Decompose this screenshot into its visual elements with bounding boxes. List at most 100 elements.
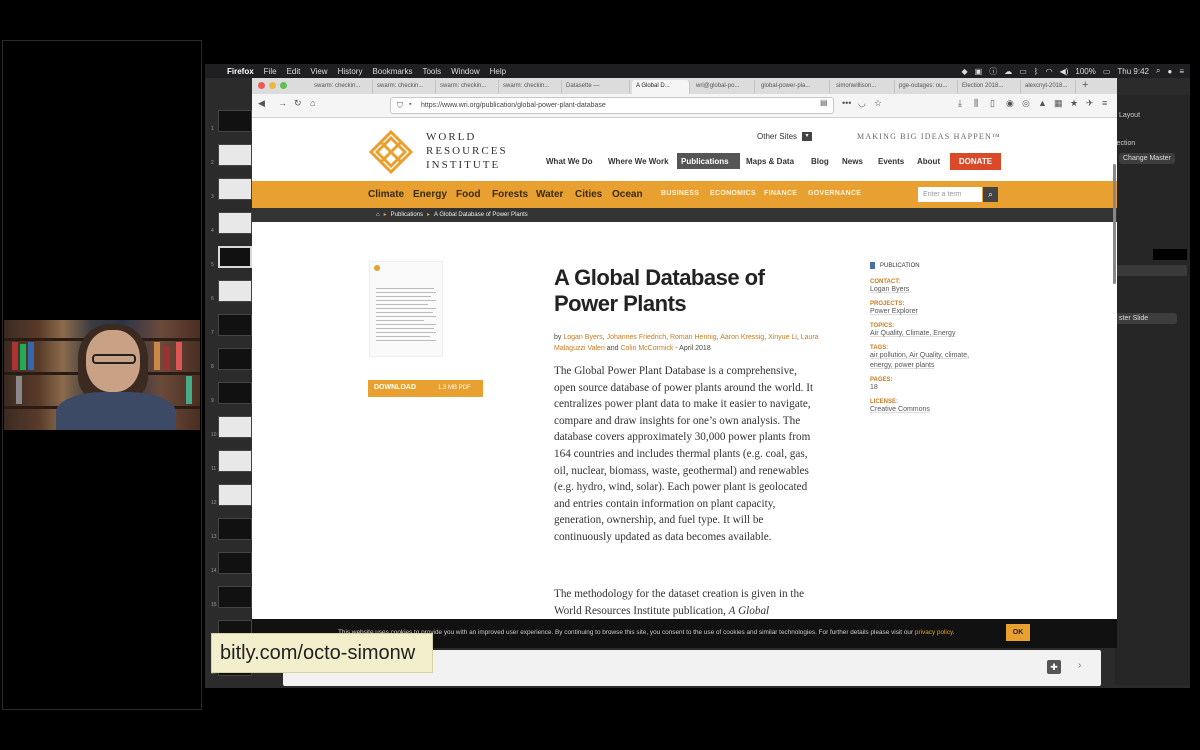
slide-thumbnail[interactable] xyxy=(218,586,252,608)
nav-news[interactable]: News xyxy=(842,157,863,166)
slide-thumbnail[interactable] xyxy=(218,314,252,336)
bluetooth-icon[interactable]: ᛒ xyxy=(1034,67,1039,76)
slide-thumbnail[interactable] xyxy=(218,178,252,200)
nav-blog[interactable]: Blog xyxy=(811,157,829,166)
topic-forests[interactable]: Forests xyxy=(492,189,528,200)
project-link[interactable]: Power Explorer xyxy=(870,307,1010,317)
topic-energy[interactable]: Energy xyxy=(413,189,447,200)
author-link[interactable]: Aaron Kressig xyxy=(720,334,764,341)
browser-tab[interactable]: alexcnyt-2018... xyxy=(1021,80,1076,94)
home-icon[interactable]: ⌂ xyxy=(376,212,380,218)
wri-logo-text[interactable]: WORLD RESOURCES INSTITUTE xyxy=(426,130,508,172)
extension-icon[interactable]: ✈ xyxy=(1086,98,1094,109)
bookmark-star-icon[interactable]: ☆ xyxy=(874,98,882,109)
slide-navigator[interactable]: 1234567891011121314151617 xyxy=(211,96,256,690)
chevron-right-icon[interactable]: › xyxy=(1078,660,1081,671)
sidebar-icon[interactable]: ▯ xyxy=(990,98,995,109)
notification-center-icon[interactable]: ≡ xyxy=(1179,67,1184,76)
downloads-icon[interactable]: ⤓ xyxy=(958,98,962,109)
page-actions-icon[interactable]: ••• xyxy=(842,98,851,108)
status-icon[interactable]: ▣ xyxy=(975,67,983,76)
volume-icon[interactable]: ◀) xyxy=(1060,67,1069,76)
battery-icon[interactable]: ▭ xyxy=(1103,67,1111,76)
topic-food[interactable]: Food xyxy=(456,189,480,200)
chevron-down-icon[interactable]: ▾ xyxy=(802,132,812,141)
back-icon[interactable]: ◀ xyxy=(258,98,265,109)
menu-app-name[interactable]: Firefox xyxy=(227,67,254,76)
spotlight-icon[interactable]: ⌕ xyxy=(1156,66,1160,76)
search-input[interactable]: Enter a term xyxy=(918,187,982,202)
browser-tab[interactable]: swarm: checkin... xyxy=(310,80,373,94)
nav-where-we-work[interactable]: Where We Work xyxy=(608,157,669,166)
dropbox-icon[interactable]: ◆ xyxy=(961,67,967,76)
browser-tab-active[interactable]: A Global D... xyxy=(632,80,690,94)
slide-thumbnail[interactable] xyxy=(218,246,252,268)
extension-icon[interactable]: ◎ xyxy=(1022,98,1030,109)
url-text[interactable]: https://www.wri.org/publication/global-p… xyxy=(421,102,606,109)
extension-icon[interactable]: ▦ xyxy=(1054,98,1063,109)
slide-thumbnail[interactable] xyxy=(218,450,252,472)
slide-thumbnail[interactable] xyxy=(218,484,252,506)
cloud-icon[interactable]: ☁ xyxy=(1004,67,1012,76)
extension-icon[interactable]: ▲ xyxy=(1038,98,1047,108)
shield-icon[interactable]: ⛉ xyxy=(397,101,403,111)
menu-history[interactable]: History xyxy=(338,67,363,76)
topics-links[interactable]: Air Quality, Climate, Energy xyxy=(870,329,1010,339)
nav-maps-data[interactable]: Maps & Data xyxy=(746,157,794,166)
author-link[interactable]: Roman Hennig xyxy=(670,334,717,341)
author-link[interactable]: Xinyue Li xyxy=(768,334,797,341)
change-master-button[interactable]: Change Master xyxy=(1119,153,1175,164)
minimize-window-button[interactable] xyxy=(269,82,276,89)
reader-view-icon[interactable]: ▤ xyxy=(820,98,828,107)
browser-tab[interactable]: swarm: checkin... xyxy=(436,80,499,94)
menu-bookmarks[interactable]: Bookmarks xyxy=(372,67,412,76)
scrollbar[interactable] xyxy=(1113,164,1116,284)
zoom-window-button[interactable] xyxy=(280,82,287,89)
slide-thumbnail[interactable] xyxy=(218,212,252,234)
cookie-ok-button[interactable]: OK xyxy=(1006,624,1030,641)
methodology-italic[interactable]: A Global xyxy=(729,605,770,617)
slide-thumbnail[interactable] xyxy=(218,518,252,540)
download-button[interactable]: DOWNLOAD 1.3 MB PDF xyxy=(368,380,483,397)
topic-economics[interactable]: ECONOMICS xyxy=(710,190,756,197)
nav-events[interactable]: Events xyxy=(878,157,904,166)
author-link[interactable]: Johannes Friedrich xyxy=(607,334,667,341)
privacy-policy-link[interactable]: privacy policy xyxy=(915,629,953,636)
pocket-icon[interactable]: ◡ xyxy=(858,98,866,109)
menu-window[interactable]: Window xyxy=(451,67,479,76)
author-link[interactable]: Logan Byers xyxy=(563,334,602,341)
slide-thumbnail[interactable] xyxy=(218,552,252,574)
wifi-icon[interactable]: ◠ xyxy=(1046,67,1053,76)
user-icon[interactable]: ● xyxy=(1167,67,1172,76)
browser-tab[interactable]: simonwillison... xyxy=(832,80,895,94)
slide-thumbnail[interactable] xyxy=(218,348,252,370)
search-icon[interactable]: ⌕ xyxy=(983,187,998,202)
comment-icon[interactable]: ✚ xyxy=(1047,660,1061,674)
new-tab-icon[interactable]: + xyxy=(1082,79,1088,91)
browser-tab[interactable]: wri@global-po... xyxy=(692,80,755,94)
url-bar[interactable]: ⛉ ▪ https://www.wri.org/publication/glob… xyxy=(390,97,834,114)
slide-thumbnail[interactable] xyxy=(218,416,252,438)
lock-icon[interactable]: ▪ xyxy=(409,101,411,108)
browser-tab[interactable]: pge-outages: ou... xyxy=(895,80,958,94)
report-cover-thumbnail[interactable] xyxy=(369,261,443,357)
extension-icon[interactable]: ◉ xyxy=(1006,98,1014,109)
breadcrumb-publications[interactable]: Publications xyxy=(391,212,423,218)
nav-what-we-do[interactable]: What We Do xyxy=(546,157,593,166)
extension-icon[interactable]: ★ xyxy=(1070,98,1078,109)
home-icon[interactable]: ⌂ xyxy=(310,98,315,108)
topic-ocean[interactable]: Ocean xyxy=(612,189,643,200)
topic-finance[interactable]: FINANCE xyxy=(764,190,797,197)
menu-file[interactable]: File xyxy=(264,67,277,76)
slide-thumbnail[interactable] xyxy=(218,144,252,166)
browser-tab[interactable]: Election 2018... xyxy=(958,80,1021,94)
browser-tab[interactable]: Datasette — xyxy=(562,80,630,94)
menu-icon[interactable]: ≡ xyxy=(1102,98,1107,108)
topic-business[interactable]: BUSINESS xyxy=(661,190,699,197)
contact-link[interactable]: Logan Byers xyxy=(870,285,1010,295)
reload-icon[interactable]: ↻ xyxy=(294,98,302,109)
tags-links[interactable]: air pollution, Air Quality, climate, xyxy=(870,351,1010,361)
browser-tab[interactable]: swarm: checkin... xyxy=(373,80,436,94)
topic-climate[interactable]: Climate xyxy=(368,189,404,200)
nav-publications[interactable]: Publications xyxy=(677,153,740,169)
